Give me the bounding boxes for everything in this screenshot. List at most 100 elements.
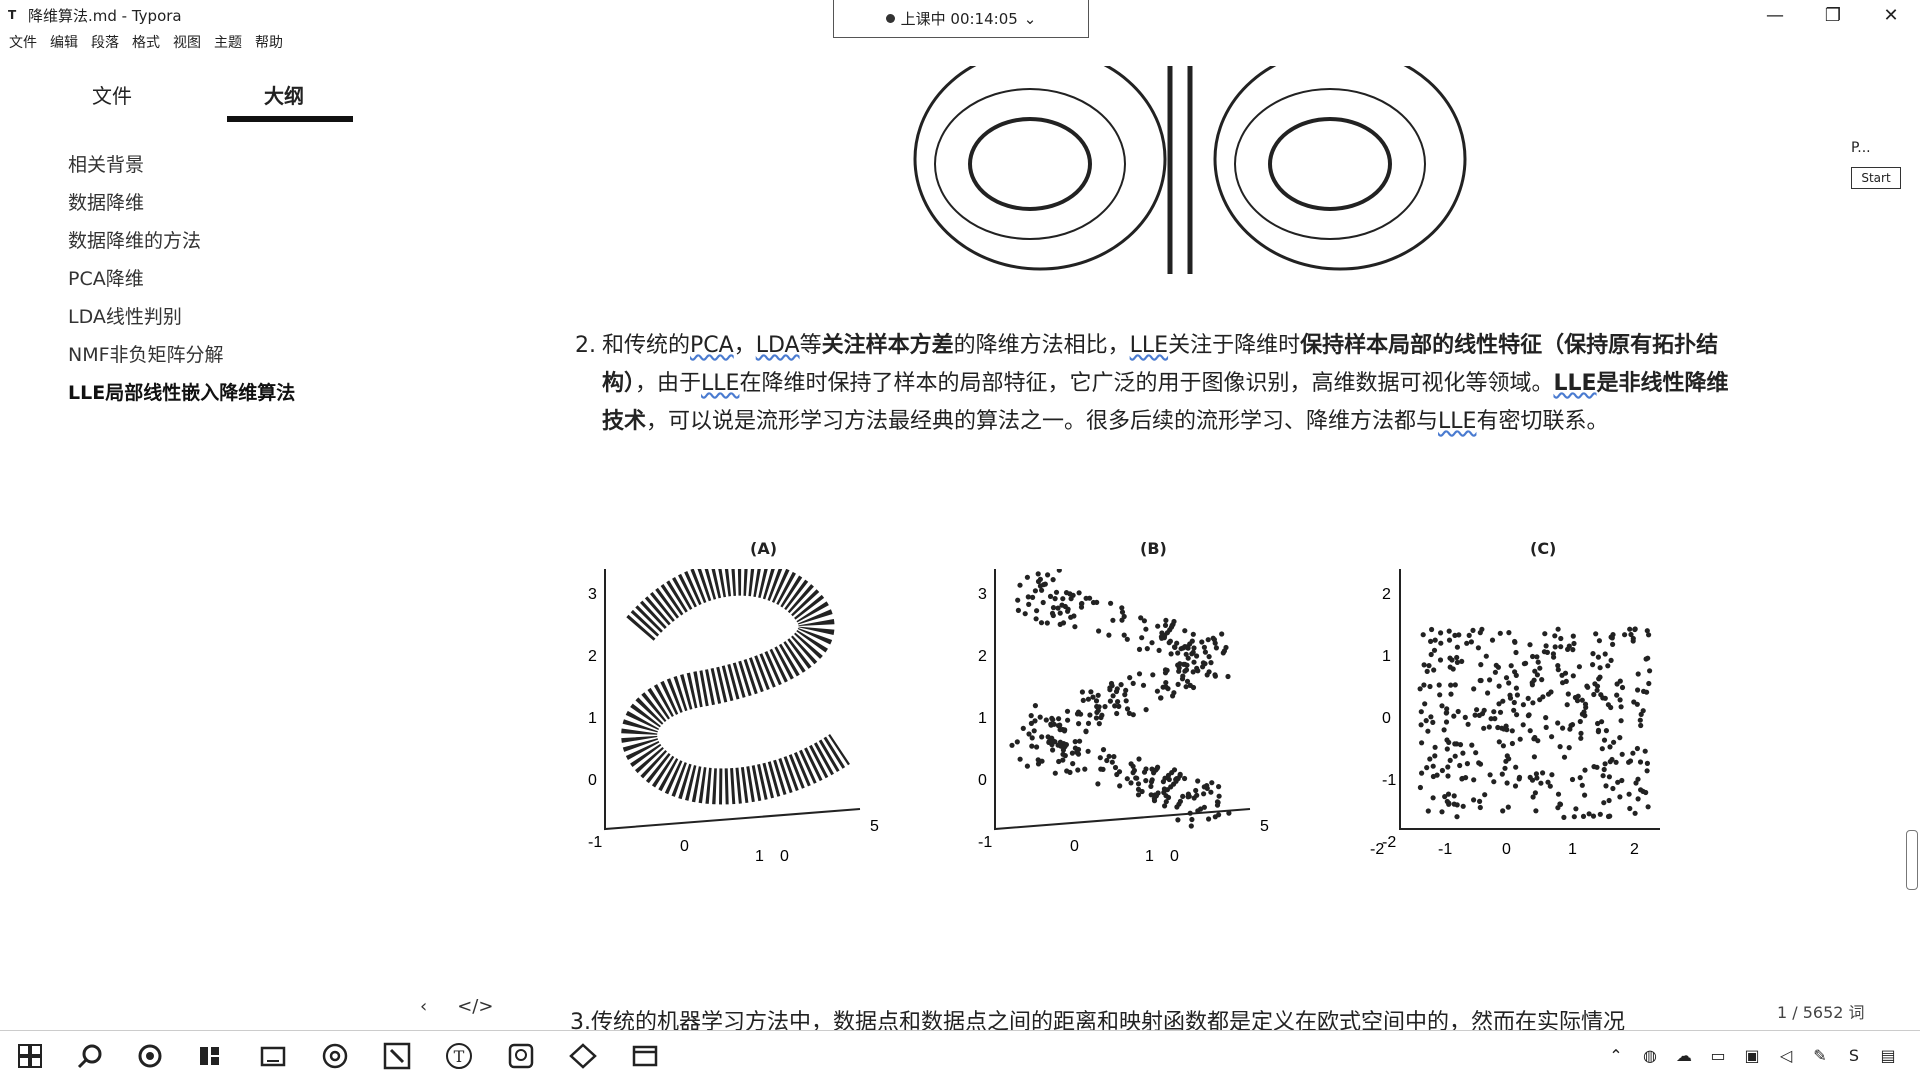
scatter-point xyxy=(1095,781,1101,787)
edu-icon[interactable] xyxy=(568,1041,598,1071)
ime-icon[interactable]: S xyxy=(1842,1043,1866,1067)
monitor-icon[interactable]: ▣ xyxy=(1740,1043,1764,1067)
menu-format[interactable]: 格式 xyxy=(132,32,160,54)
scatter-point xyxy=(1140,682,1147,688)
scatter-point xyxy=(1009,742,1015,748)
chevron-up-icon[interactable]: ⌃ xyxy=(1604,1043,1628,1067)
minimize-button[interactable]: — xyxy=(1746,0,1804,30)
menu-paragraph[interactable]: 段落 xyxy=(91,32,119,54)
scatter-point xyxy=(1438,640,1444,646)
scatter-point xyxy=(1108,680,1115,687)
scatter-point xyxy=(1065,608,1071,614)
word-count[interactable]: 1 / 5652 词 xyxy=(1777,999,1865,1023)
scatter-point xyxy=(1206,816,1212,822)
notification-icon[interactable]: ▤ xyxy=(1876,1043,1900,1067)
scatter-point xyxy=(1155,790,1161,796)
scatter-point xyxy=(1619,777,1625,784)
menu-edit[interactable]: 编辑 xyxy=(50,32,78,54)
outline-item[interactable]: LDA线性判别 xyxy=(68,298,295,336)
outline-list: 相关背景 数据降维 数据降维的方法 PCA降维 LDA线性判别 NMF非负矩阵分解 LLE局… xyxy=(68,146,295,412)
restore-button[interactable]: ❐ xyxy=(1804,0,1862,30)
scatter-point xyxy=(1643,789,1649,796)
scatter-point xyxy=(1216,812,1222,818)
scatter-point xyxy=(1495,664,1501,670)
scatter-point xyxy=(1451,793,1457,799)
scatter-point xyxy=(1432,637,1438,643)
security-icon[interactable]: ◍ xyxy=(1638,1043,1662,1067)
source-mode-button[interactable]: </> xyxy=(457,996,493,1017)
scatter-point xyxy=(1538,780,1544,786)
outline-item[interactable]: 数据降维的方法 xyxy=(68,222,295,260)
y-tick-label: 3 xyxy=(978,586,987,603)
display-icon[interactable]: ▭ xyxy=(1706,1043,1730,1067)
scatter-point xyxy=(1163,617,1169,623)
pen-app-icon[interactable] xyxy=(382,1041,412,1071)
scatter-point xyxy=(1187,682,1193,688)
outline-item[interactable]: PCA降维 xyxy=(68,260,295,298)
scatter-point xyxy=(1032,703,1038,709)
scatter-point xyxy=(1492,669,1498,675)
shell-image xyxy=(900,54,1500,274)
menu-theme[interactable]: 主题 xyxy=(214,32,242,54)
text-run: LLE xyxy=(1129,333,1169,358)
windows-icon[interactable] xyxy=(15,1041,45,1071)
scatter-point xyxy=(1607,759,1613,765)
menu-help[interactable]: 帮助 xyxy=(255,32,283,54)
scatter-point xyxy=(1136,671,1143,677)
scatter-point xyxy=(1466,632,1472,638)
cortana-icon[interactable] xyxy=(135,1041,165,1071)
scatter-point xyxy=(1540,694,1546,700)
start-button[interactable]: Start xyxy=(1851,167,1901,189)
scatter-point xyxy=(1514,692,1520,698)
scatter-point xyxy=(1096,628,1102,634)
paint-icon[interactable] xyxy=(506,1041,536,1071)
scatter-point xyxy=(1064,708,1071,714)
scatter-point xyxy=(1638,722,1644,729)
scatter-point xyxy=(1474,707,1480,713)
window-app-icon[interactable] xyxy=(630,1041,660,1071)
scatter-point xyxy=(1083,728,1089,734)
scatter-point xyxy=(1626,791,1632,797)
y-tick-label: 0 xyxy=(1382,710,1391,727)
outline-item[interactable]: 相关背景 xyxy=(68,146,295,184)
scatter-point xyxy=(1558,635,1564,642)
close-button[interactable]: ✕ xyxy=(1862,0,1920,30)
scatter-point xyxy=(1421,682,1427,688)
task-view-icon[interactable] xyxy=(195,1041,225,1071)
scatter-point xyxy=(1496,739,1502,745)
outline-item[interactable]: 数据降维 xyxy=(68,184,295,222)
menu-file[interactable]: 文件 xyxy=(9,32,37,54)
tab-files[interactable]: 文件 xyxy=(92,80,220,120)
sidebar-toggle-button[interactable]: ‹ xyxy=(420,996,427,1017)
pen-icon[interactable]: ✎ xyxy=(1808,1043,1832,1067)
scatter-point xyxy=(1502,765,1508,771)
chrome-icon[interactable] xyxy=(320,1041,350,1071)
scatter-point xyxy=(1582,767,1588,773)
scatter-point xyxy=(1578,735,1584,741)
file-explorer-icon[interactable] xyxy=(258,1041,288,1071)
search-icon[interactable] xyxy=(75,1041,105,1071)
volume-icon[interactable]: ◁ xyxy=(1774,1043,1798,1067)
menu-view[interactable]: 视图 xyxy=(173,32,201,54)
scatter-point xyxy=(1212,672,1218,678)
scatter-point xyxy=(1178,646,1184,652)
cloud-icon[interactable]: ☁ xyxy=(1672,1043,1696,1067)
chevron-down-icon[interactable]: ⌄ xyxy=(1024,10,1037,28)
scatter-point xyxy=(1127,675,1133,681)
scatter-point xyxy=(1189,638,1195,644)
scrollbar-thumb[interactable] xyxy=(1906,830,1918,890)
class-timer-pill[interactable]: 上课中 00:14:05 ⌄ xyxy=(833,0,1089,38)
y-tick-label: -1 xyxy=(978,834,992,851)
scatter-point xyxy=(1187,810,1193,816)
scatter-point xyxy=(1060,751,1066,757)
outline-item[interactable]: NMF非负矩阵分解 xyxy=(68,336,295,374)
scatter-point xyxy=(1644,768,1650,774)
text-run: ， xyxy=(733,333,756,358)
typora-icon[interactable]: T xyxy=(444,1041,474,1071)
scatter-point xyxy=(1562,670,1569,676)
text-run: 在降维时保持了样本的局部特征，它广泛的用于图像识别，高维数据可视化等领域。 xyxy=(739,371,1554,396)
outline-item[interactable]: LLE局部线性嵌入降维算法 xyxy=(68,374,295,412)
tab-outline[interactable]: 大纲 xyxy=(220,80,348,120)
scatter-point xyxy=(1017,582,1023,588)
scatter-point xyxy=(1083,595,1089,601)
